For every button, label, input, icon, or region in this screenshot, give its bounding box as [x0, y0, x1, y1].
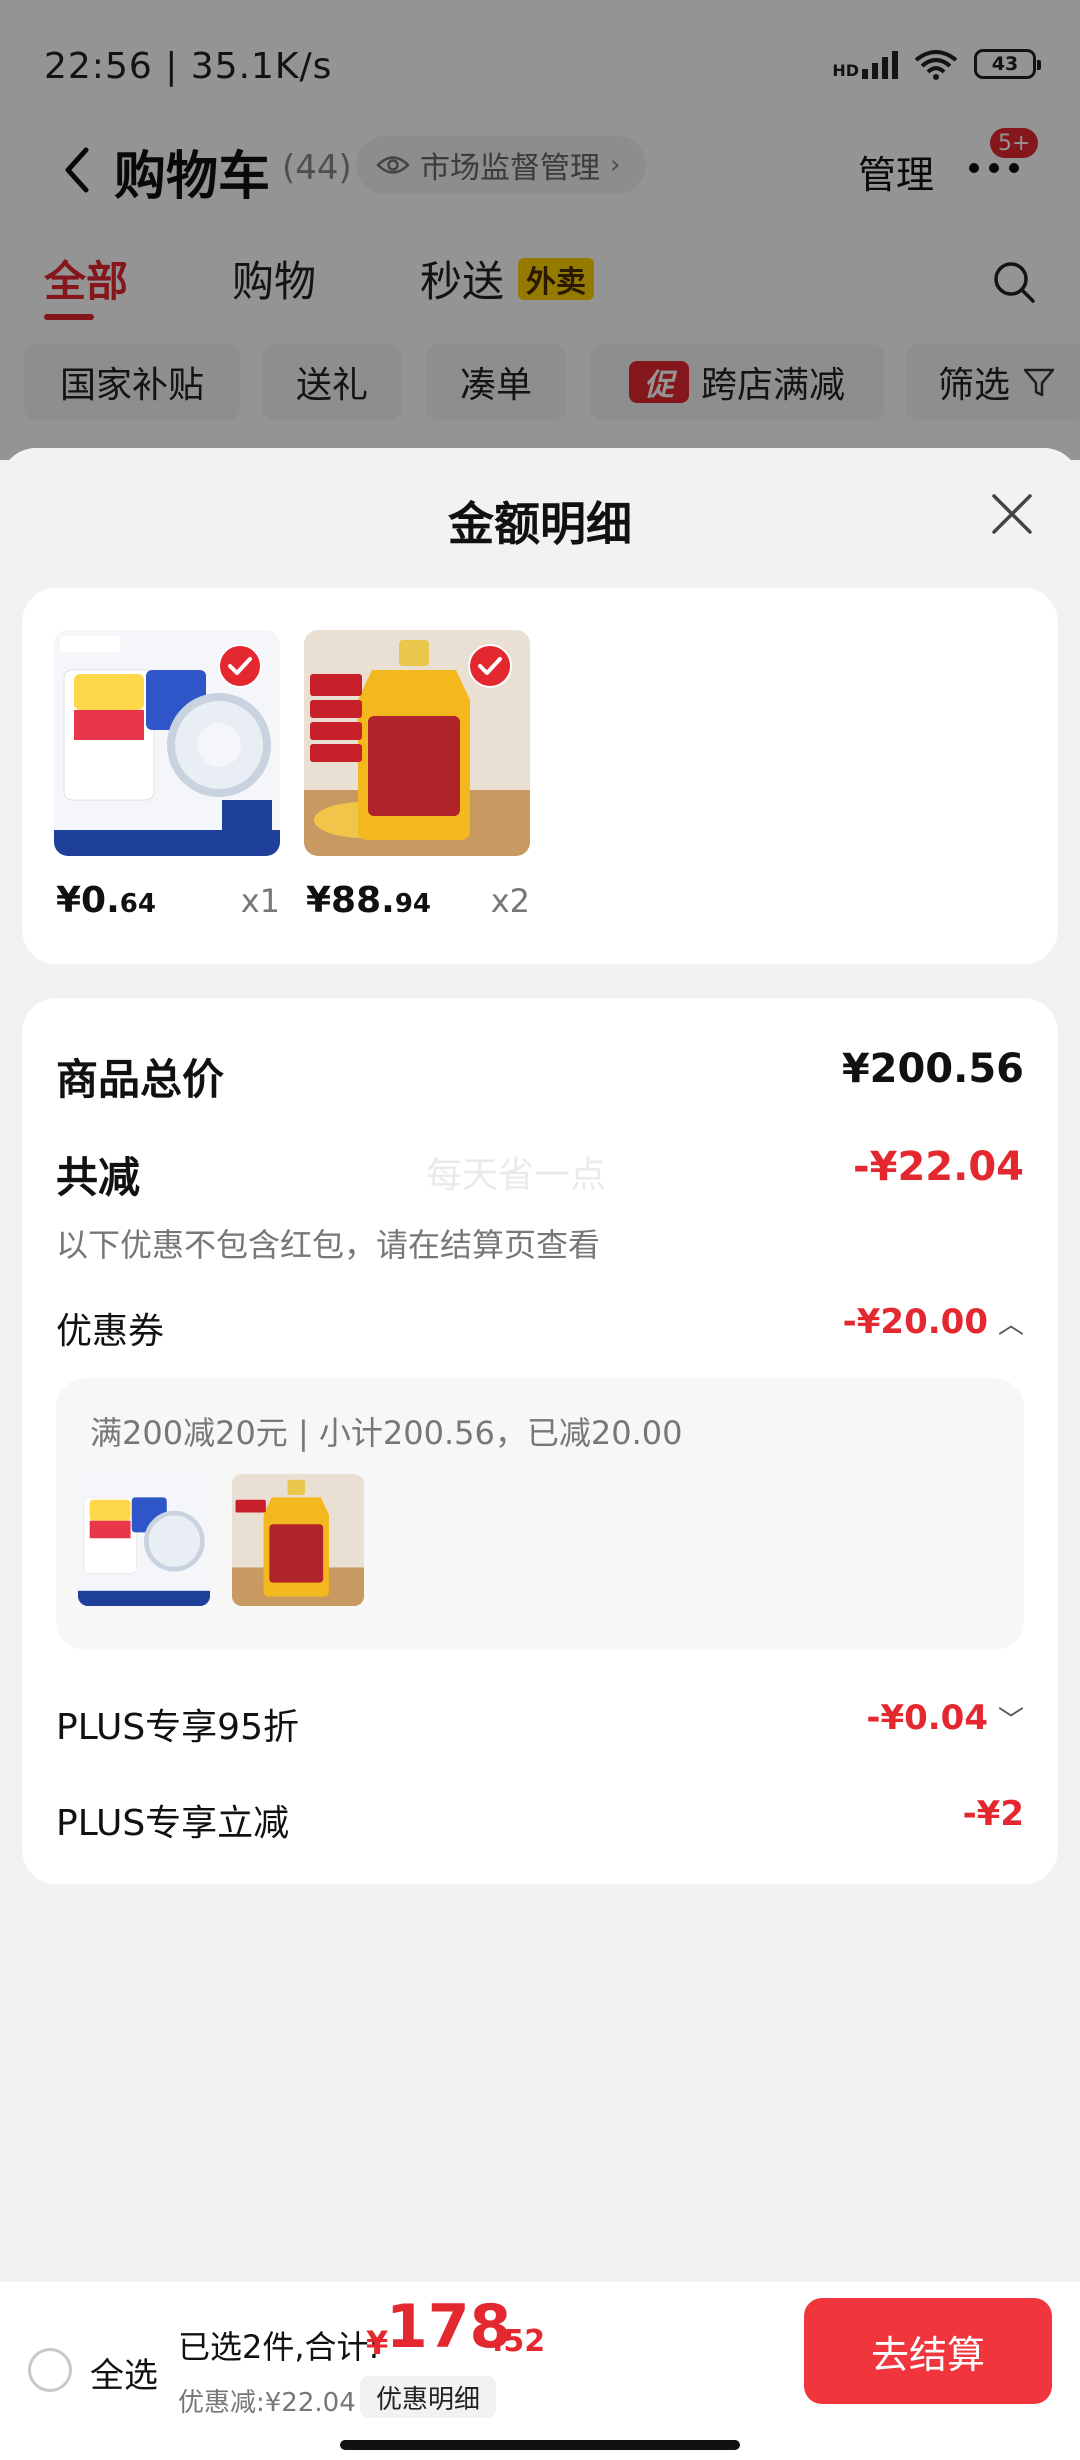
total-reduction-label: 共减: [56, 1153, 141, 1202]
plus-direct-label: PLUS专享立减: [56, 1803, 290, 1844]
product-price: ¥88.94: [306, 880, 432, 921]
total-amount-decimal: .52: [492, 2324, 546, 2359]
product-item[interactable]: ¥88.94 x2: [304, 630, 530, 921]
plus-direct-value: -¥2: [962, 1794, 1024, 1834]
product-price: ¥0.64: [56, 880, 156, 921]
peanut-oil-product-image: [304, 630, 530, 856]
discount-detail-button[interactable]: 优惠明细: [360, 2376, 497, 2418]
price-summary-card: 商品总价 ¥200.56 共减 -¥22.04 每天省一点 以下优惠不包含红包，…: [22, 998, 1058, 1884]
total-reduction-value: -¥22.04: [853, 1144, 1024, 1190]
goods-total-row: 商品总价 ¥200.56: [56, 1046, 1024, 1107]
select-all-radio[interactable]: [28, 2348, 72, 2392]
reduction-hint: 以下优惠不包含红包，请在结算页查看: [56, 1226, 601, 1264]
tape-product-image: [54, 630, 280, 856]
product-item[interactable]: ¥0.64 x1: [54, 630, 280, 921]
product-quantity: x2: [490, 882, 530, 920]
cart-page-background: 22:56 | 35.1K/s HD 43 购物车 (44) 市场监督管理 › …: [0, 0, 1080, 460]
select-all-label[interactable]: 全选: [90, 2348, 158, 2397]
sheet-title: 金额明细: [448, 497, 632, 551]
watermark-text: 每天省一点: [426, 1155, 607, 1196]
product-quantity: x1: [240, 882, 280, 920]
amount-detail-sheet: 金额明细 ¥0.64 x1 ¥88.94 x2 商品总价 ¥200.56 共减 …: [0, 448, 1080, 2460]
plus-95-label: PLUS专享95折: [56, 1707, 299, 1748]
coupon-detail-box: 满200减20元 | 小计200.56，已减20.00: [56, 1378, 1024, 1650]
home-indicator: [340, 2440, 740, 2450]
coupon-label: 优惠券: [56, 1311, 165, 1352]
close-icon[interactable]: [988, 490, 1036, 538]
discount-amount-label: 优惠减:¥22.04: [178, 2388, 356, 2418]
selected-products-card: ¥0.64 x1 ¥88.94 x2: [22, 588, 1058, 964]
chevron-down-icon[interactable]: ﹀: [998, 1700, 1024, 1737]
coupon-row[interactable]: 优惠券 -¥20.00 ︿: [56, 1302, 1024, 1354]
total-currency: ¥: [366, 2324, 389, 2362]
selected-count-label: 已选2件,合计:: [178, 2328, 380, 2366]
coupon-value: -¥20.00: [842, 1302, 988, 1342]
goods-total-value: ¥200.56: [841, 1046, 1024, 1092]
peanut-oil-thumbnail: [232, 1474, 364, 1606]
modal-backdrop[interactable]: [0, 0, 1080, 460]
coupon-detail-text: 满200减20元 | 小计200.56，已减20.00: [90, 1414, 683, 1452]
plus-95-discount-row[interactable]: PLUS专享95折 -¥0.04 ﹀: [56, 1698, 1024, 1750]
tape-thumbnail: [78, 1474, 210, 1606]
chevron-up-icon[interactable]: ︿: [998, 1304, 1024, 1341]
coupon-value-group: -¥20.00 ︿: [843, 1302, 1024, 1342]
checkout-bar: 全选 已选2件,合计: ¥ 178 .52 优惠减:¥22.04 优惠明细 去结…: [0, 2282, 1080, 2460]
plus-direct-reduction-row: PLUS专享立减 -¥2: [56, 1794, 1024, 1846]
plus-95-value-group: -¥0.04 ﹀: [866, 1698, 1024, 1738]
checkout-button[interactable]: 去结算: [804, 2298, 1052, 2404]
checked-icon[interactable]: [218, 644, 262, 688]
plus-95-value: -¥0.04: [866, 1698, 988, 1738]
goods-total-label: 商品总价: [56, 1055, 225, 1104]
checked-icon[interactable]: [468, 644, 512, 688]
